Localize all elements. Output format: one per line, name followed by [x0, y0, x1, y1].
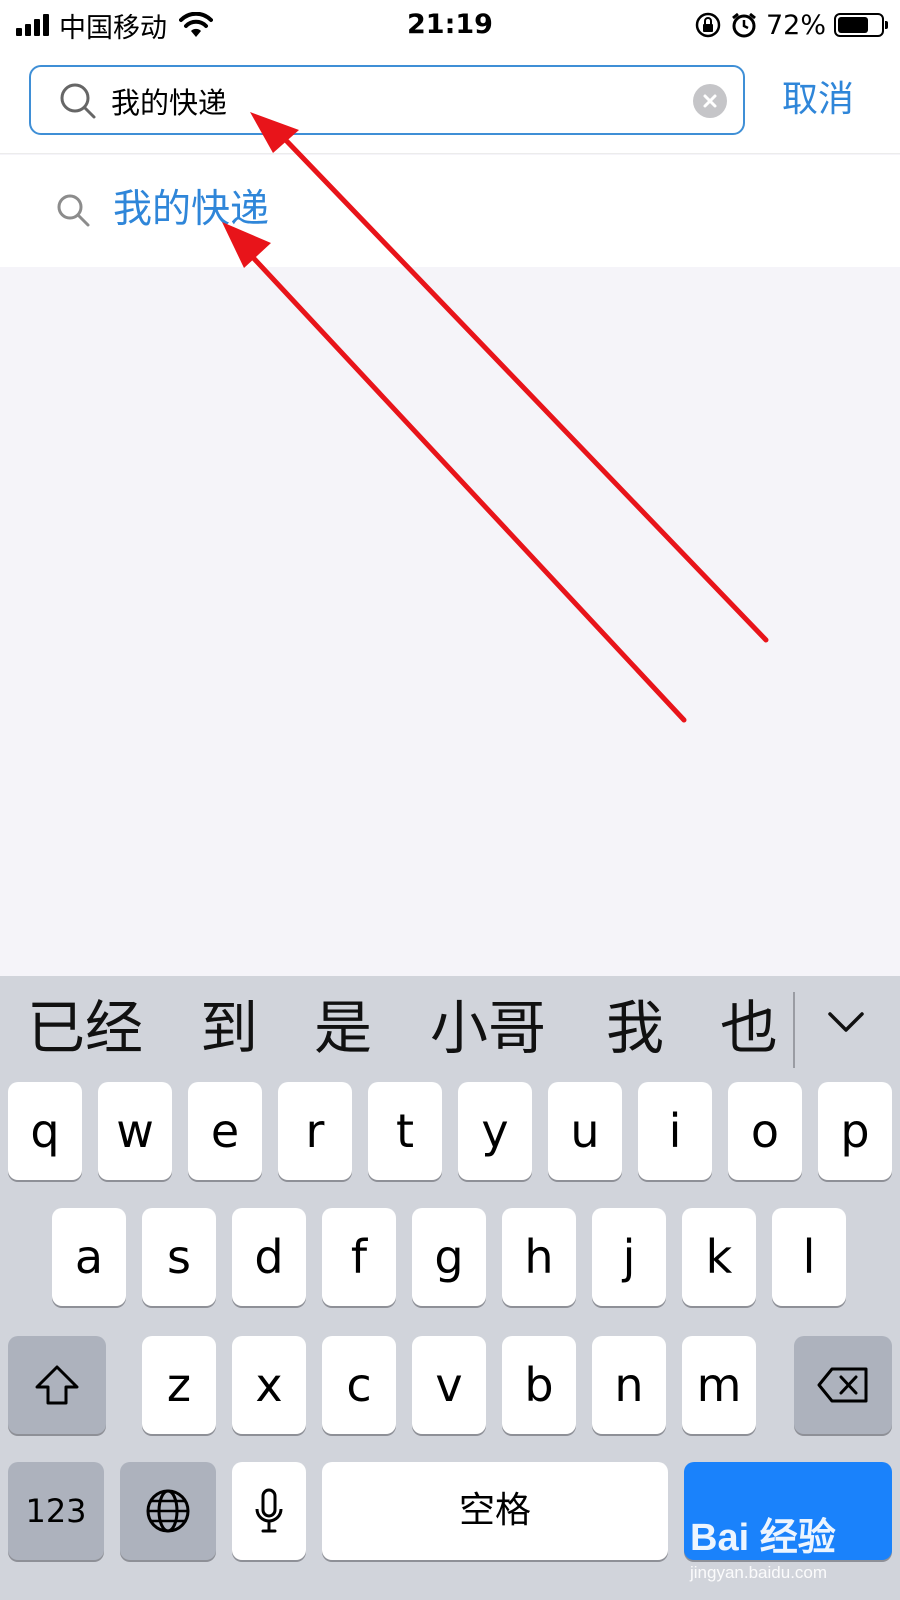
numbers-key[interactable]: 123 [8, 1462, 104, 1560]
candidate-item[interactable]: 已经 [27, 978, 143, 1078]
key-label: g [434, 1230, 464, 1284]
key-label: v [435, 1358, 463, 1412]
key-label: h [524, 1230, 554, 1284]
key-o[interactable]: o [728, 1082, 802, 1180]
close-icon [703, 94, 717, 108]
key-label: l [802, 1230, 816, 1284]
backspace-icon [817, 1367, 868, 1403]
key-p[interactable]: p [818, 1082, 892, 1180]
key-m[interactable]: m [682, 1336, 756, 1434]
key-label: z [166, 1358, 192, 1412]
key-x[interactable]: x [232, 1336, 306, 1434]
key-s[interactable]: s [142, 1208, 216, 1306]
status-bar: 中国移动 21:19 72% [0, 0, 900, 50]
key-f[interactable]: f [322, 1208, 396, 1306]
key-label: e [210, 1104, 240, 1158]
key-d[interactable]: d [232, 1208, 306, 1306]
suggestion-text: 我的快递 [113, 187, 270, 232]
key-label: x [255, 1358, 283, 1412]
key-label: u [570, 1104, 600, 1158]
key-label: n [614, 1358, 644, 1412]
search-icon [60, 83, 96, 119]
candidate-item[interactable]: 小哥 [430, 978, 546, 1078]
candidate-bar: 已经 到 是 小哥 我 也 [0, 976, 900, 1082]
key-label: c [346, 1358, 372, 1412]
search-header: 取消 [0, 50, 900, 154]
delete-key[interactable] [794, 1336, 892, 1434]
key-label: i [668, 1104, 682, 1158]
key-l[interactable]: l [772, 1208, 846, 1306]
key-label: t [395, 1104, 415, 1158]
numbers-key-label: 123 [25, 1492, 87, 1530]
key-label: p [840, 1104, 870, 1158]
chevron-down-icon[interactable] [826, 1006, 866, 1036]
annotation-arrow-suggestion [222, 222, 687, 723]
candidate-divider [793, 992, 795, 1068]
battery-fill [838, 17, 869, 33]
search-return-key[interactable] [684, 1462, 892, 1560]
battery-icon [834, 13, 888, 37]
alarm-icon [732, 12, 756, 38]
key-label: w [116, 1104, 154, 1158]
key-label: d [254, 1230, 284, 1284]
key-y[interactable]: y [458, 1082, 532, 1180]
key-z[interactable]: z [142, 1336, 216, 1434]
key-k[interactable]: k [682, 1208, 756, 1306]
search-box[interactable] [29, 65, 745, 135]
key-label: q [30, 1104, 60, 1158]
shift-key[interactable] [8, 1336, 106, 1434]
key-w[interactable]: w [98, 1082, 172, 1180]
cancel-button[interactable]: 取消 [782, 74, 854, 126]
key-i[interactable]: i [638, 1082, 712, 1180]
suggestion-item[interactable]: 我的快递 [0, 155, 900, 267]
candidate-item[interactable]: 我 [606, 978, 664, 1078]
key-label: b [524, 1358, 554, 1412]
key-label: s [167, 1230, 191, 1284]
key-label: o [750, 1104, 780, 1158]
candidate-item[interactable]: 是 [314, 978, 372, 1078]
key-h[interactable]: h [502, 1208, 576, 1306]
key-label: k [705, 1230, 733, 1284]
key-j[interactable]: j [592, 1208, 666, 1306]
shift-icon [35, 1365, 79, 1405]
key-g[interactable]: g [412, 1208, 486, 1306]
key-label: r [305, 1104, 325, 1158]
key-q[interactable]: q [8, 1082, 82, 1180]
key-b[interactable]: b [502, 1336, 576, 1434]
key-label: m [696, 1358, 742, 1412]
key-a[interactable]: a [52, 1208, 126, 1306]
candidate-item[interactable]: 也 [720, 978, 778, 1078]
search-icon [57, 194, 90, 227]
status-right: 72% [694, 8, 888, 42]
battery-percent: 72% [765, 9, 826, 41]
microphone-key[interactable] [232, 1462, 306, 1560]
key-c[interactable]: c [322, 1336, 396, 1434]
globe-icon [146, 1489, 190, 1533]
key-v[interactable]: v [412, 1336, 486, 1434]
search-input[interactable] [111, 77, 671, 125]
key-t[interactable]: t [368, 1082, 442, 1180]
key-e[interactable]: e [188, 1082, 262, 1180]
key-u[interactable]: u [548, 1082, 622, 1180]
space-key[interactable]: 空格 [322, 1462, 668, 1560]
candidate-item[interactable]: 到 [200, 978, 258, 1078]
key-n[interactable]: n [592, 1336, 666, 1434]
key-label: j [622, 1230, 636, 1284]
clear-search-button[interactable] [693, 84, 727, 118]
key-r[interactable]: r [278, 1082, 352, 1180]
rotation-lock-icon [695, 12, 721, 38]
globe-key[interactable] [120, 1462, 216, 1560]
keyboard: 已经 到 是 小哥 我 也 q w e r t y u i o p a s d f g h j k l z x c v b… [0, 976, 900, 1600]
microphone-icon [255, 1488, 283, 1533]
key-label: f [350, 1230, 368, 1284]
space-key-label: 空格 [458, 1490, 531, 1531]
key-label: a [74, 1230, 104, 1284]
key-label: y [481, 1104, 509, 1158]
